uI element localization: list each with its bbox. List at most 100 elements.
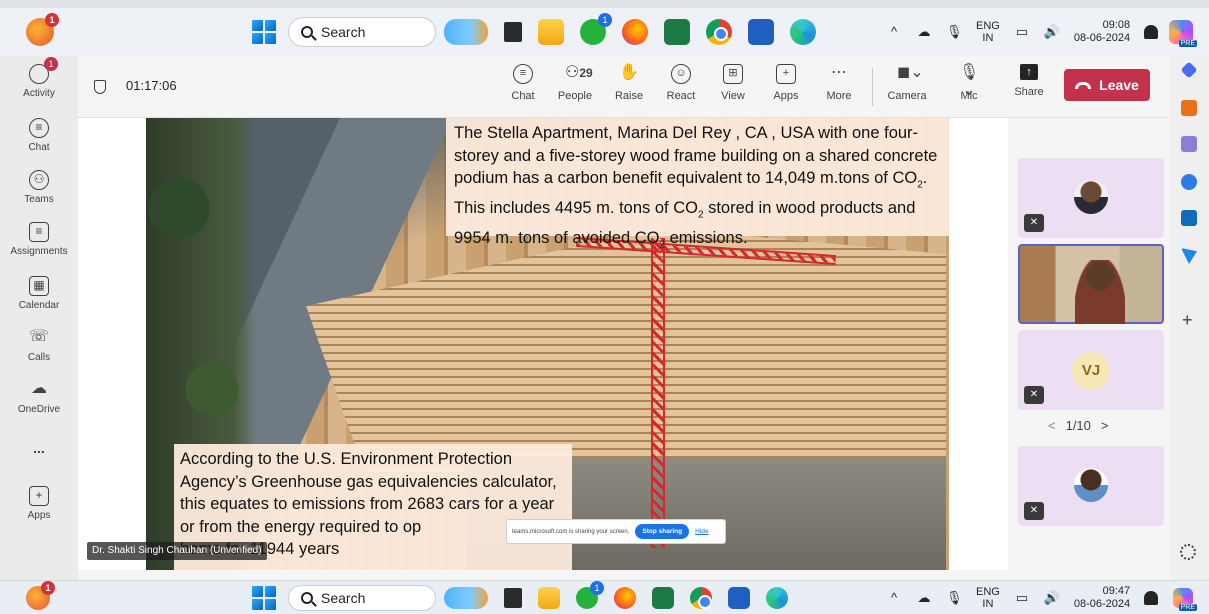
edge-icon[interactable]: [790, 19, 816, 45]
notification-bell-icon[interactable]: [1144, 590, 1159, 605]
activity-badge: 1: [44, 57, 58, 71]
smiley-icon: ☺: [671, 64, 691, 84]
apps-button[interactable]: + Apps: [761, 64, 811, 102]
tag-icon[interactable]: [1180, 61, 1198, 79]
word-icon[interactable]: [748, 19, 774, 45]
notification-bell-icon[interactable]: [1144, 25, 1159, 39]
taskbar-search-label: Search: [321, 589, 366, 606]
send-icon[interactable]: [1181, 248, 1197, 264]
copilot-icon[interactable]: PRE: [1173, 587, 1197, 611]
chevron-left-icon[interactable]: <: [1048, 418, 1056, 433]
search-icon: [301, 591, 313, 604]
people-count: 29: [579, 66, 593, 80]
share-button[interactable]: ↑ Share: [1004, 64, 1054, 98]
chevron-right-icon[interactable]: >: [1101, 418, 1109, 433]
volume-icon[interactable]: 🔊: [1044, 25, 1060, 39]
file-explorer-icon[interactable]: [538, 586, 560, 609]
language-indicator[interactable]: ENG IN: [976, 586, 1000, 610]
rail-more-button[interactable]: ...: [0, 440, 78, 456]
firefox-icon[interactable]: [622, 19, 648, 45]
network-icon[interactable]: ▭: [1014, 590, 1030, 605]
taskbar-top: 1 Search 1 ^ ☁ 🎙 ENG IN ▭ 🔊 09:08 08-06-20…: [0, 8, 1209, 56]
chrome-icon[interactable]: [706, 19, 732, 45]
raise-hand-button[interactable]: ✋ Raise: [604, 64, 654, 102]
rail-item-calendar[interactable]: ▦ Calendar: [0, 276, 78, 311]
windows-start-icon[interactable]: [252, 585, 276, 610]
windows-start-icon[interactable]: [252, 20, 276, 44]
excel-icon[interactable]: [664, 19, 690, 45]
participant-tile[interactable]: ✕: [1018, 158, 1164, 238]
microphone-icon[interactable]: 🎙: [946, 590, 963, 605]
clock[interactable]: 09:08 08-06-2024: [1074, 19, 1130, 45]
cloud-off-icon[interactable]: ☁: [916, 25, 932, 39]
rail-item-activity[interactable]: 1 Activity: [0, 57, 78, 99]
settings-gear-icon[interactable]: [1180, 544, 1196, 560]
chevron-up-icon[interactable]: ^: [886, 590, 902, 605]
view-button[interactable]: ⊞ View: [708, 64, 758, 102]
people-app-icon[interactable]: [1181, 136, 1197, 152]
notification-app-icon[interactable]: 1: [26, 13, 59, 46]
chat-icon: ≡: [513, 64, 533, 84]
cloud-off-icon[interactable]: ☁: [916, 590, 932, 605]
word-icon[interactable]: [728, 586, 750, 609]
file-explorer-icon[interactable]: [538, 19, 564, 45]
rail-item-teams[interactable]: ⚇ Teams: [0, 170, 78, 205]
notification-app-icon[interactable]: 1: [26, 580, 55, 610]
participant-panel: ✕ VJ ✕ < 1/10 > ✕: [1008, 118, 1170, 580]
more-icon: ⋯: [831, 64, 847, 81]
briefcase-icon[interactable]: [1181, 100, 1197, 116]
notification-badge: 1: [45, 13, 59, 27]
hide-button[interactable]: Hide: [695, 528, 708, 535]
taskbar-search-box[interactable]: Search: [288, 17, 436, 47]
leave-button[interactable]: Leave: [1064, 69, 1150, 101]
firefox-icon[interactable]: [614, 586, 636, 609]
chevron-up-icon[interactable]: ^: [886, 25, 902, 39]
volume-icon[interactable]: 🔊: [1044, 590, 1060, 605]
rail-item-assignments[interactable]: ≡ Assignments: [0, 222, 78, 257]
page-indicator: 1/10: [1065, 418, 1091, 433]
share-message: teams.microsoft.com is sharing your scre…: [512, 528, 630, 535]
whatsapp-icon[interactable]: 1: [576, 580, 604, 609]
network-icon[interactable]: ▭: [1014, 25, 1030, 39]
more-button[interactable]: ⋯ More: [814, 64, 864, 102]
copilot-icon[interactable]: PRE: [1169, 20, 1197, 47]
edge-icon[interactable]: [766, 586, 788, 609]
participant-tile[interactable]: ✕: [1018, 446, 1164, 526]
language-indicator[interactable]: ENG IN: [976, 20, 1000, 44]
rail-item-onedrive[interactable]: ☁ OneDrive: [0, 380, 78, 415]
copilot-app-icon[interactable]: [1181, 174, 1197, 190]
task-view-icon[interactable]: [504, 22, 522, 42]
add-app-icon[interactable]: +: [1182, 310, 1193, 331]
screen-share-bar: teams.microsoft.com is sharing your scre…: [506, 519, 726, 544]
outlook-icon[interactable]: [1181, 210, 1197, 226]
weather-widget-icon[interactable]: [444, 19, 488, 45]
react-button[interactable]: ☺ React: [656, 64, 706, 102]
avatar-initials: VJ: [1072, 352, 1110, 390]
right-app-bar: +: [1170, 56, 1209, 580]
presentation-slide: The Stella Apartment, Marina Del Rey , C…: [146, 118, 949, 570]
taskbar-search-box[interactable]: Search: [288, 584, 436, 611]
teams-app-rail: 1 Activity ≡ Chat ⚇ Teams ≡ Assignments …: [0, 56, 78, 580]
participant-tile-active[interactable]: [1018, 244, 1164, 324]
weather-widget-icon[interactable]: [444, 586, 488, 609]
background-window-strip: [0, 0, 1209, 8]
participant-tile[interactable]: VJ ✕: [1018, 330, 1164, 410]
chat-button[interactable]: ≡ Chat: [498, 64, 548, 102]
hand-icon: ✋: [619, 64, 639, 81]
task-view-icon[interactable]: [504, 587, 522, 608]
teams-icon: ⚇: [29, 170, 49, 190]
excel-icon[interactable]: [652, 586, 674, 609]
microphone-icon[interactable]: 🎙: [946, 25, 963, 39]
camera-button[interactable]: ◼⌄ Camera: [882, 64, 932, 102]
mic-off-icon: ✕: [1024, 502, 1044, 520]
clock[interactable]: 09:47 08-06-2024: [1074, 585, 1130, 611]
stop-sharing-button[interactable]: Stop sharing: [635, 524, 690, 539]
whatsapp-icon[interactable]: 1: [580, 13, 612, 45]
rail-item-apps[interactable]: + Apps: [0, 486, 78, 521]
rail-item-calls[interactable]: ☏ Calls: [0, 328, 78, 363]
camera-off-icon: ◼⌄: [897, 64, 924, 81]
people-button[interactable]: ⚇29 People: [550, 64, 600, 102]
mic-button[interactable]: 🎙⌄ Mic: [944, 64, 994, 102]
chrome-icon[interactable]: [690, 586, 712, 609]
rail-item-chat[interactable]: ≡ Chat: [0, 118, 78, 153]
